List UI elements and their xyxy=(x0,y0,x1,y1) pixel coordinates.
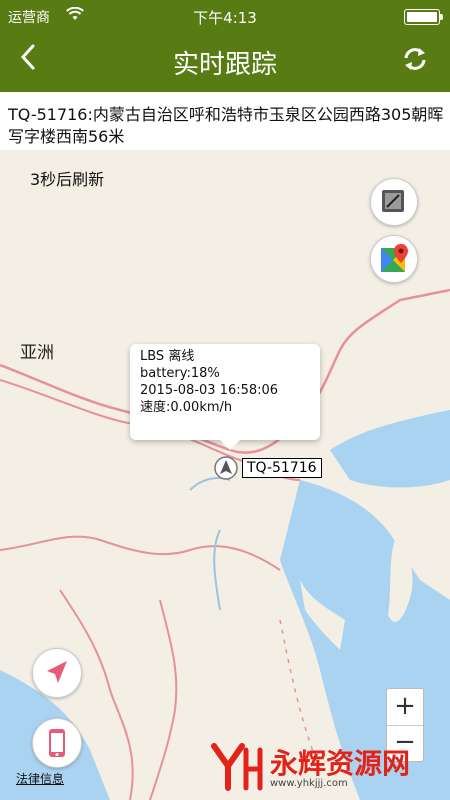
watermark-logo xyxy=(211,743,263,791)
navigate-button[interactable] xyxy=(32,648,82,698)
refresh-button[interactable] xyxy=(400,44,430,74)
popup-timestamp: 2015-08-03 16:58:06 xyxy=(140,383,279,398)
google-maps-icon xyxy=(381,244,408,272)
refresh-countdown: 3秒后刷新 xyxy=(30,170,105,189)
phone-button[interactable] xyxy=(32,718,82,768)
address-bar: TQ-51716:内蒙古自治区呼和浩特市玉泉区公园西路305朝晖写字楼西南56米 xyxy=(0,92,450,151)
location-marker-icon[interactable] xyxy=(214,456,238,480)
address-text: TQ-51716:内蒙古自治区呼和浩特市玉泉区公园西路305朝晖写字楼西南56米 xyxy=(8,105,444,146)
map-view[interactable]: 3秒后刷新 亚洲 LBS 离线 battery:18% 2015-08-03 1… xyxy=(0,150,450,800)
watermark: 永辉资源网 www.yhkjjj.com xyxy=(206,736,446,796)
satellite-layer-button[interactable] xyxy=(370,178,418,226)
battery-icon xyxy=(404,9,443,25)
popup-battery: battery:18% xyxy=(140,366,220,381)
device-info-popup: LBS 离线 battery:18% 2015-08-03 16:58:06 速… xyxy=(130,344,320,450)
zoom-in-button[interactable]: + xyxy=(387,689,423,725)
watermark-url: www.yhkjjj.com xyxy=(270,778,348,789)
navigate-icon xyxy=(47,661,67,683)
phone-icon xyxy=(49,729,65,757)
status-time: 下午4:13 xyxy=(193,9,257,27)
top-bar: 运营商 下午4:13 实时跟踪 xyxy=(0,0,450,92)
device-label: TQ-51716 xyxy=(242,458,322,478)
legal-info-link[interactable]: 法律信息 xyxy=(16,770,64,787)
navigation-bar: 实时跟踪 xyxy=(0,32,450,92)
watermark-text: 永辉资源网 xyxy=(270,747,411,780)
status-bar: 运营商 下午4:13 xyxy=(0,0,450,32)
google-maps-button[interactable] xyxy=(370,235,418,283)
region-label: 亚洲 xyxy=(20,343,54,363)
page-title: 实时跟踪 xyxy=(172,50,277,80)
popup-speed: 速度:0.00km/h xyxy=(140,400,233,415)
satellite-layer-icon xyxy=(382,190,404,212)
refresh-icon xyxy=(404,48,426,70)
popup-status: LBS 离线 xyxy=(140,349,195,364)
